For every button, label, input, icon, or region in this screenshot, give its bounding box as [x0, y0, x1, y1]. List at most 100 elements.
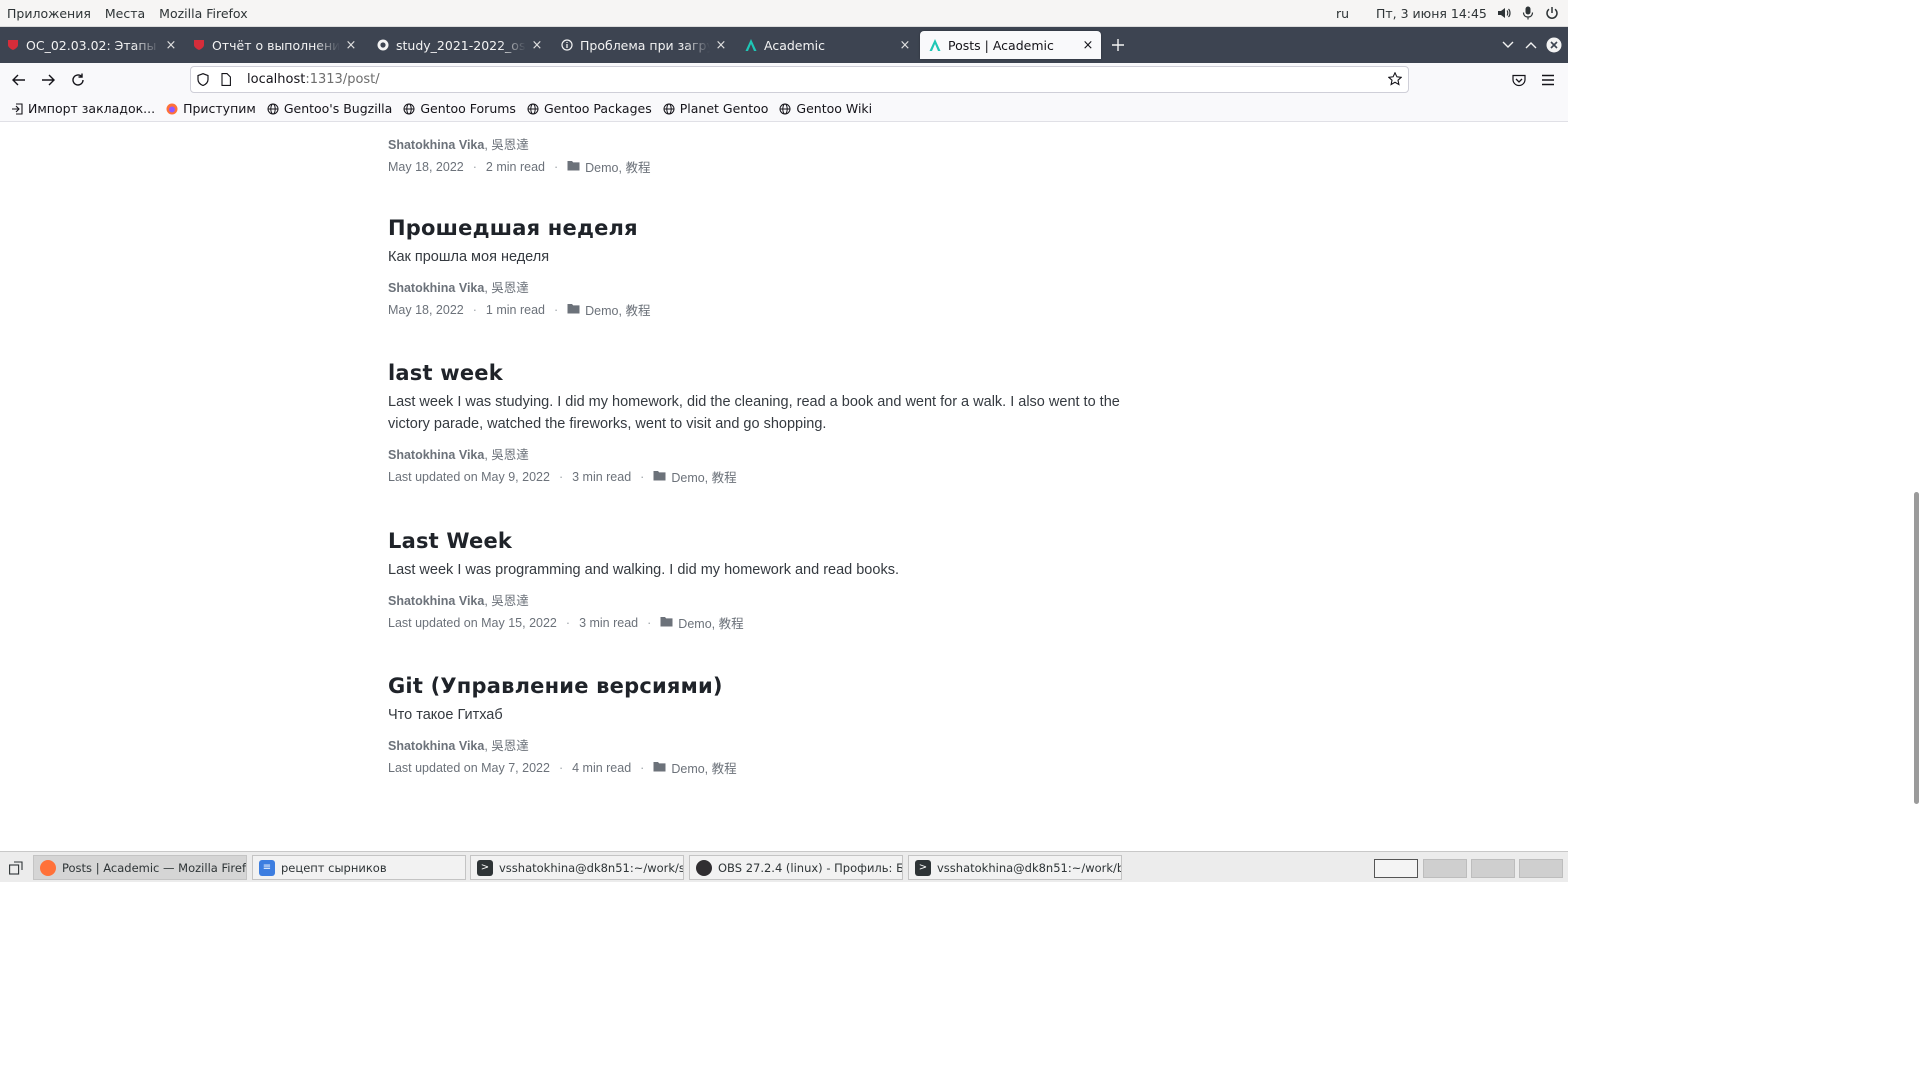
globe-icon	[402, 102, 416, 116]
tracking-protection-shield-icon[interactable]	[197, 73, 211, 86]
post-summary: Last week I was programming and walking.…	[388, 562, 899, 578]
reading-time: 2 min read	[485, 159, 545, 174]
reload-button[interactable]	[68, 70, 88, 90]
bookmark-import[interactable]: Импорт закладок...	[10, 101, 155, 116]
post-item: last week Last week I was studying. I di…	[388, 361, 1148, 486]
hamburger-menu-icon[interactable]	[1538, 70, 1558, 90]
bookmark-gentoo-forums[interactable]: Gentoo Forums	[402, 101, 516, 116]
post-title[interactable]: Прошедшая неделя	[388, 216, 1148, 240]
tab-github-study[interactable]: study_2021-2022_os-intro ×	[376, 31, 544, 59]
workspace-4[interactable]	[1519, 859, 1563, 878]
bookmark-planet-gentoo[interactable]: Planet Gentoo	[662, 101, 768, 116]
back-button[interactable]	[9, 70, 29, 90]
post-date: Last updated on May 9, 2022	[388, 469, 550, 484]
power-icon[interactable]	[1544, 5, 1560, 21]
post-title[interactable]: Git (Управление версиями)	[388, 674, 1148, 698]
url-bar[interactable]: localhost:1313/post/	[190, 66, 1409, 93]
coauthor[interactable]: , 吳恩達	[484, 739, 528, 753]
meta-separator: ·	[553, 159, 559, 174]
show-desktop-icon[interactable]	[6, 858, 26, 878]
tab-academic[interactable]: Academic ×	[744, 31, 912, 59]
taskbar-document[interactable]: ≡ рецепт сырников	[252, 855, 466, 880]
task-label: vsshatokhina@dk8n51:~/work/study	[499, 860, 683, 875]
post-title[interactable]: Last Week	[388, 529, 1148, 553]
post-date: May 18, 2022	[388, 159, 464, 174]
minimize-window-icon[interactable]	[1522, 36, 1540, 54]
document-icon: ≡	[259, 859, 275, 876]
menu-firefox[interactable]: Mozilla Firefox	[152, 6, 254, 21]
task-label: рецепт сырников	[281, 860, 387, 875]
taskbar-terminal-blog[interactable]: > vsshatokhina@dk8n51:~/work/blog	[908, 855, 1122, 880]
post-summary: Last week I was studying. I did my homew…	[388, 394, 1120, 432]
menu-applications[interactable]: Приложения	[0, 6, 98, 21]
tab-strip: ОС_02.03.02: Этапы реализации × Отчёт о …	[0, 27, 1568, 63]
bookmark-gentoo-bugzilla[interactable]: Gentoo's Bugzilla	[266, 101, 392, 116]
firefox-icon	[40, 859, 56, 876]
post-categories[interactable]: Demo, 教程	[671, 467, 736, 486]
task-label: vsshatokhina@dk8n51:~/work/blog	[937, 860, 1121, 875]
coauthor[interactable]: , 吳恩達	[484, 448, 528, 462]
close-icon[interactable]: ×	[530, 38, 544, 53]
task-label: Posts | Academic — Mozilla Firefox	[62, 860, 246, 875]
close-icon[interactable]: ×	[344, 38, 358, 53]
microphone-icon[interactable]	[1520, 5, 1536, 21]
meta-separator: ·	[558, 760, 564, 775]
tab-page-load-problem[interactable]: Проблема при загрузке страницы ×	[560, 31, 728, 59]
volume-icon[interactable]	[1496, 5, 1512, 21]
bookmark-gentoo-packages[interactable]: Gentoo Packages	[526, 101, 652, 116]
taskbar-terminal-study[interactable]: > vsshatokhina@dk8n51:~/work/study	[470, 855, 684, 880]
close-icon[interactable]: ×	[714, 38, 728, 53]
list-all-tabs-icon[interactable]	[1499, 36, 1517, 54]
post-item: Git (Управление версиями) Что такое Гитх…	[388, 674, 1148, 777]
close-icon[interactable]: ×	[898, 38, 912, 53]
post-categories[interactable]: Demo, 教程	[585, 300, 650, 319]
bookmark-gentoo-wiki[interactable]: Gentoo Wiki	[778, 101, 872, 116]
bookmark-get-started[interactable]: Приступим	[165, 101, 256, 116]
bookmark-star-icon[interactable]	[1387, 71, 1403, 90]
coauthor[interactable]: , 吳恩達	[484, 138, 528, 152]
forward-button[interactable]	[38, 70, 58, 90]
globe-icon	[526, 102, 540, 116]
folder-icon	[653, 761, 666, 775]
post-categories[interactable]: Demo, 教程	[678, 613, 743, 632]
author-link[interactable]: Shatokhina Vika	[388, 448, 484, 462]
post-title[interactable]: last week	[388, 361, 1148, 385]
post-meta: Last updated on May 15, 2022 · 3 min rea…	[388, 613, 1148, 632]
tab-report[interactable]: Отчёт о выполнении. Индивидуальный ×	[192, 31, 358, 59]
academic-icon	[744, 38, 758, 52]
post-authors: Shatokhina Vika, 吳恩達	[388, 590, 1148, 609]
new-tab-button[interactable]	[1109, 36, 1127, 54]
bookmark-label: Приступим	[183, 101, 256, 116]
pocket-icon[interactable]	[1509, 70, 1529, 90]
page-info-icon[interactable]	[221, 73, 233, 86]
terminal-icon: >	[477, 859, 493, 876]
reading-time: 4 min read	[572, 760, 632, 775]
workspace-2[interactable]	[1423, 859, 1467, 878]
post-categories[interactable]: Demo, 教程	[585, 157, 650, 176]
clock[interactable]: Пт, 3 июня 14:45	[1376, 6, 1487, 21]
close-window-icon[interactable]	[1545, 36, 1563, 54]
workspace-3[interactable]	[1471, 859, 1515, 878]
close-icon[interactable]: ×	[164, 38, 178, 53]
author-link[interactable]: Shatokhina Vika	[388, 739, 484, 753]
url-text[interactable]: localhost:1313/post/	[247, 72, 380, 87]
folder-icon	[660, 616, 673, 630]
taskbar-firefox[interactable]: Posts | Academic — Mozilla Firefox	[33, 855, 247, 880]
author-link[interactable]: Shatokhina Vika	[388, 281, 484, 295]
tab-os-stages[interactable]: ОС_02.03.02: Этапы реализации ×	[6, 31, 178, 59]
coauthor[interactable]: , 吳恩達	[484, 281, 528, 295]
globe-icon	[266, 102, 280, 116]
author-link[interactable]: Shatokhina Vika	[388, 138, 484, 152]
close-icon[interactable]: ×	[1081, 38, 1095, 53]
scrollbar-thumb[interactable]	[1914, 492, 1919, 804]
tab-label: Academic	[764, 37, 826, 53]
post-categories[interactable]: Demo, 教程	[671, 758, 736, 777]
menu-places[interactable]: Места	[98, 6, 152, 21]
keyboard-layout-indicator[interactable]: ru	[1336, 6, 1349, 21]
author-link[interactable]: Shatokhina Vika	[388, 594, 484, 608]
red-shield-icon	[6, 38, 20, 52]
taskbar-obs[interactable]: OBS 27.2.4 (linux) - Профиль: Без назван…	[689, 855, 903, 880]
workspace-1[interactable]	[1374, 859, 1418, 878]
tab-posts-academic[interactable]: Posts | Academic ×	[920, 31, 1101, 59]
coauthor[interactable]: , 吳恩達	[484, 594, 528, 608]
